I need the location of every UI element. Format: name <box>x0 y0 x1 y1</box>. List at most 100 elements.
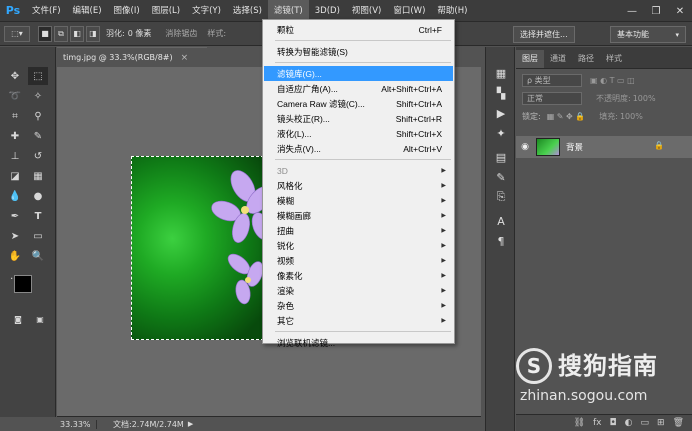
zoom-tool-icon[interactable]: 🔍 <box>28 247 48 265</box>
antialias-checkbox[interactable]: 消除锯齿 <box>165 28 197 39</box>
restore-button[interactable]: ❐ <box>644 0 668 22</box>
filter-menu-item[interactable]: 像素化 ▶ <box>264 268 453 283</box>
filter-menu-item[interactable]: 浏览联机滤镜... <box>264 335 453 350</box>
filter-menu-item[interactable]: 模糊 ▶ <box>264 193 453 208</box>
quick-mask-icon[interactable]: ◙ <box>8 310 28 328</box>
fill-input[interactable]: 100% <box>620 112 643 121</box>
filter-icons[interactable]: ▣ ◐ T ▭ ◫ <box>590 76 635 85</box>
filter-menu-item[interactable]: 颗粒 Ctrl+F <box>264 22 453 37</box>
hand-tool-icon[interactable]: ✋ <box>5 247 25 265</box>
tab-channels[interactable]: 通道 <box>544 50 572 68</box>
workspace-label: 基本功能 <box>617 30 649 39</box>
menu-1[interactable]: 编辑(E) <box>67 0 108 22</box>
filter-menu-item[interactable]: Camera Raw 滤镜(C)... Shift+Ctrl+A <box>264 96 453 111</box>
filter-menu-item[interactable]: 其它 ▶ <box>264 313 453 328</box>
menu-item-label: 视频 <box>277 255 295 266</box>
link-icon[interactable]: ⛓ <box>574 418 585 428</box>
filter-menu-item[interactable]: 滤镜库(G)... <box>264 66 453 81</box>
select-and-mask-button[interactable]: 选择并遮住... <box>513 26 575 43</box>
healing-brush-tool-icon[interactable]: ✚ <box>5 127 25 145</box>
clone-source-panel-icon[interactable]: ⎘ <box>493 189 509 205</box>
eyedropper-tool-icon[interactable]: ⚲ <box>28 107 48 125</box>
layer-kind-filter[interactable]: ρ 类型 <box>522 73 582 87</box>
minimize-button[interactable]: — <box>620 0 644 22</box>
eraser-tool-icon[interactable]: ◪ <box>5 167 25 185</box>
menu-item-label: 扭曲 <box>277 225 295 236</box>
filter-menu-item[interactable]: 锐化 ▶ <box>264 238 453 253</box>
path-selection-tool-icon[interactable]: ➤ <box>5 227 25 245</box>
chevron-right-icon[interactable]: ▶ <box>188 420 193 428</box>
feather-input[interactable]: 0 像素 <box>128 28 152 39</box>
intersect-selection-button[interactable]: ◨ <box>86 25 100 42</box>
filter-menu-item[interactable]: 液化(L)... Shift+Ctrl+X <box>264 126 453 141</box>
adjustments-panel-icon[interactable]: ✦ <box>493 125 509 141</box>
lasso-tool-icon[interactable]: ➰ <box>5 87 25 105</box>
close-icon[interactable]: × <box>181 53 189 63</box>
trash-icon[interactable]: 🗑 <box>673 418 684 428</box>
marquee-tool-icon[interactable]: ⬚ <box>28 67 48 85</box>
filter-menu-item[interactable]: 扭曲 ▶ <box>264 223 453 238</box>
character-panel-icon[interactable]: A <box>493 213 509 229</box>
fx-icon[interactable]: fx <box>593 418 602 428</box>
brush-tool-icon[interactable]: ✎ <box>28 127 48 145</box>
filter-menu-item[interactable]: 消失点(V)... Alt+Ctrl+V <box>264 141 453 156</box>
brush-panel-icon[interactable]: ✎ <box>493 169 509 185</box>
eye-icon[interactable]: ◉ <box>516 142 534 152</box>
type-tool-icon[interactable]: T <box>28 207 48 225</box>
menu-3[interactable]: 图层(L) <box>146 0 186 22</box>
swatches-panel-icon[interactable]: ▚ <box>493 85 509 101</box>
close-button[interactable]: ✕ <box>668 0 692 22</box>
new-layer-icon[interactable]: ⊞ <box>657 418 665 428</box>
tab-layers[interactable]: 图层 <box>516 50 544 68</box>
selection-marquee <box>131 156 269 340</box>
menu-item-label: 风格化 <box>277 180 303 191</box>
mask-icon[interactable]: ◘ <box>610 418 617 428</box>
document-tab[interactable]: timg.jpg @ 33.3%(RGB/8#) × <box>57 47 207 67</box>
new-selection-icon: ■ <box>41 29 49 38</box>
shape-tool-icon[interactable]: ▭ <box>28 227 48 245</box>
tool-preset-picker[interactable]: ⬚▾ <box>4 25 30 42</box>
menu-4[interactable]: 文字(Y) <box>186 0 227 22</box>
filter-menu-item[interactable]: 转换为智能滤镜(S) <box>264 44 453 59</box>
layer-row[interactable]: ◉ 背景 🔒 <box>516 136 692 158</box>
move-tool-icon[interactable]: ✥ <box>5 67 25 85</box>
tab-styles[interactable]: 样式 <box>600 50 628 68</box>
screen-mode-icon[interactable]: ▣ <box>30 310 50 328</box>
lock-icons[interactable]: ▦ ✎ ✥ 🔒 <box>547 112 586 121</box>
menu-2[interactable]: 图像(I) <box>108 0 146 22</box>
tab-paths[interactable]: 路径 <box>572 50 600 68</box>
clone-stamp-tool-icon[interactable]: ⊥ <box>5 147 25 165</box>
new-selection-button[interactable]: ■ <box>38 25 52 42</box>
filter-menu-item[interactable]: 自适应广角(A)... Alt+Shift+Ctrl+A <box>264 81 453 96</box>
filter-menu-item[interactable]: 渲染 ▶ <box>264 283 453 298</box>
workspace-select[interactable]: 基本功能 ▾ <box>610 26 686 43</box>
gradient-tool-icon[interactable]: ▦ <box>28 167 48 185</box>
menu-item-label: 3D <box>277 165 288 176</box>
subtract-selection-button[interactable]: ◧ <box>70 25 84 42</box>
add-selection-button[interactable]: ⧉ <box>54 25 68 42</box>
crop-tool-icon[interactable]: ⌗ <box>5 107 25 125</box>
filter-menu-item[interactable]: 视频 ▶ <box>264 253 453 268</box>
foreground-color-swatch[interactable] <box>14 275 32 293</box>
paragraph-panel-icon[interactable]: ¶ <box>493 233 509 249</box>
opacity-input[interactable]: 100% <box>633 94 656 103</box>
filter-menu-item[interactable]: 风格化 ▶ <box>264 178 453 193</box>
pen-tool-icon[interactable]: ✒ <box>5 207 25 225</box>
group-icon[interactable]: ▭ <box>641 418 650 428</box>
history-brush-tool-icon[interactable]: ↺ <box>28 147 48 165</box>
color-panel-icon[interactable]: ▦ <box>493 65 509 81</box>
properties-panel-icon[interactable]: ▤ <box>493 149 509 165</box>
watermark: S 搜狗指南 zhinan.sogou.com <box>512 340 688 410</box>
blend-mode-select[interactable]: 正常 <box>522 91 582 105</box>
menu-0[interactable]: 文件(F) <box>26 0 67 22</box>
zoom-level[interactable]: 33.33% <box>57 419 97 429</box>
dodge-tool-icon[interactable]: ● <box>28 187 48 205</box>
adjustment-icon[interactable]: ◐ <box>625 418 633 428</box>
history-panel-icon[interactable]: ▶ <box>493 105 509 121</box>
filter-menu-item[interactable]: 模糊画廊 ▶ <box>264 208 453 223</box>
filter-menu-item[interactable]: 杂色 ▶ <box>264 298 453 313</box>
filter-menu-item[interactable]: 镜头校正(R)... Shift+Ctrl+R <box>264 111 453 126</box>
menu-item-label: 杂色 <box>277 300 295 311</box>
blur-tool-icon[interactable]: 💧 <box>5 187 25 205</box>
magic-wand-tool-icon[interactable]: ✧ <box>28 87 48 105</box>
